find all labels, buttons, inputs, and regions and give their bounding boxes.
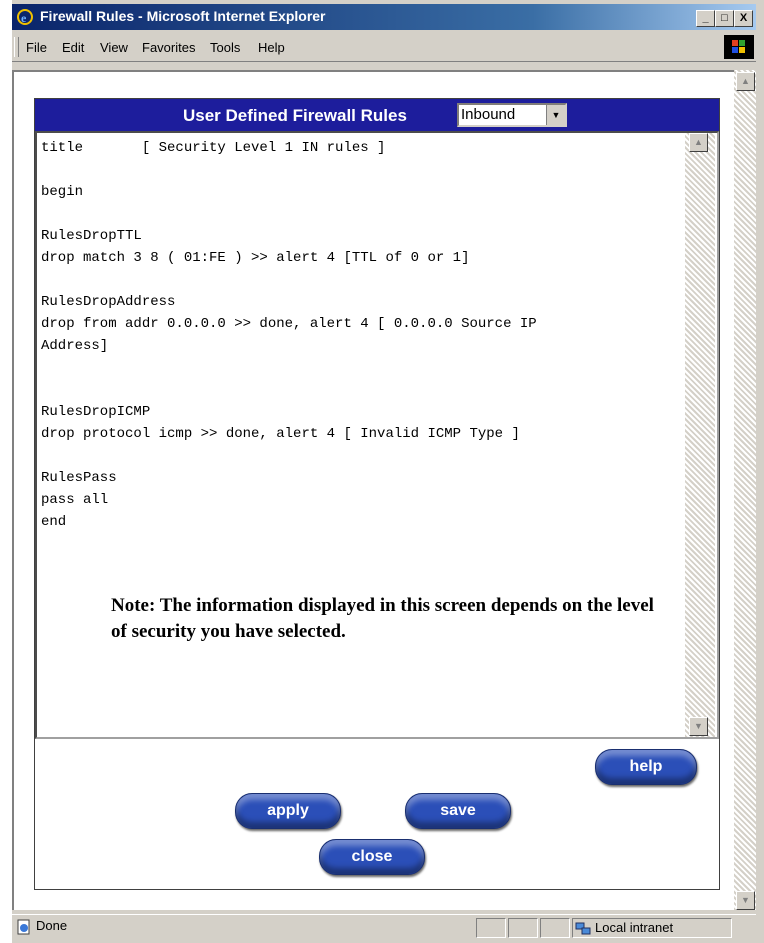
menu-grip [14, 37, 19, 57]
panel-header: User Defined Firewall Rules Inbound ▼ [35, 99, 719, 131]
textarea-scroll-down-icon[interactable]: ▼ [689, 717, 708, 736]
direction-select-value: Inbound [461, 106, 516, 123]
direction-select[interactable]: Inbound ▼ [457, 103, 567, 127]
svg-text:e: e [21, 11, 27, 25]
rules-text: title [ Security Level 1 IN rules ] begi… [41, 140, 537, 530]
menu-edit[interactable]: Edit [62, 40, 84, 55]
zone-text: Local intranet [595, 920, 674, 935]
help-button[interactable]: help [595, 749, 697, 785]
status-section [508, 918, 538, 938]
intranet-icon [575, 922, 591, 935]
menu-favorites[interactable]: Favorites [142, 40, 195, 55]
status-section [476, 918, 506, 938]
menu-help[interactable]: Help [258, 40, 285, 55]
firewall-rules-panel: User Defined Firewall Rules Inbound ▼ ti… [34, 98, 720, 890]
textarea-scroll-up-icon[interactable]: ▲ [689, 133, 708, 152]
panel-title: User Defined Firewall Rules [183, 106, 407, 125]
page-icon [17, 919, 30, 935]
close-button[interactable]: close [319, 839, 425, 875]
status-section [540, 918, 570, 938]
page-scrollbar[interactable] [734, 70, 756, 910]
save-button[interactable]: save [405, 793, 511, 829]
status-bar: Done Local intranet [12, 914, 756, 941]
menu-view[interactable]: View [100, 40, 128, 55]
scroll-down-arrow-icon[interactable]: ▼ [736, 891, 755, 910]
rules-textarea[interactable]: title [ Security Level 1 IN rules ] begi… [35, 131, 719, 739]
status-text: Done [36, 918, 68, 933]
security-note: Note: The information displayed in this … [111, 595, 654, 642]
scroll-up-arrow-icon[interactable]: ▲ [736, 72, 755, 91]
browser-window: e Firewall Rules - Microsoft Internet Ex… [10, 0, 764, 943]
close-window-button[interactable]: X [734, 10, 753, 27]
title-bar: e Firewall Rules - Microsoft Internet Ex… [12, 4, 756, 30]
ie-icon: e [17, 9, 33, 25]
maximize-button[interactable]: □ [715, 10, 734, 27]
minimize-button[interactable]: _ [696, 10, 715, 27]
apply-button[interactable]: apply [235, 793, 341, 829]
window-title: Firewall Rules - Microsoft Internet Expl… [40, 8, 326, 24]
dropdown-arrow-icon[interactable]: ▼ [546, 105, 565, 125]
menu-tools[interactable]: Tools [210, 40, 240, 55]
menu-file[interactable]: File [26, 40, 47, 55]
windows-logo-icon [724, 35, 754, 59]
zone-section: Local intranet [572, 918, 732, 938]
menu-bar: File Edit View Favorites Tools Help [12, 33, 756, 62]
textarea-scrollbar[interactable]: ▲ ▼ [685, 133, 715, 737]
